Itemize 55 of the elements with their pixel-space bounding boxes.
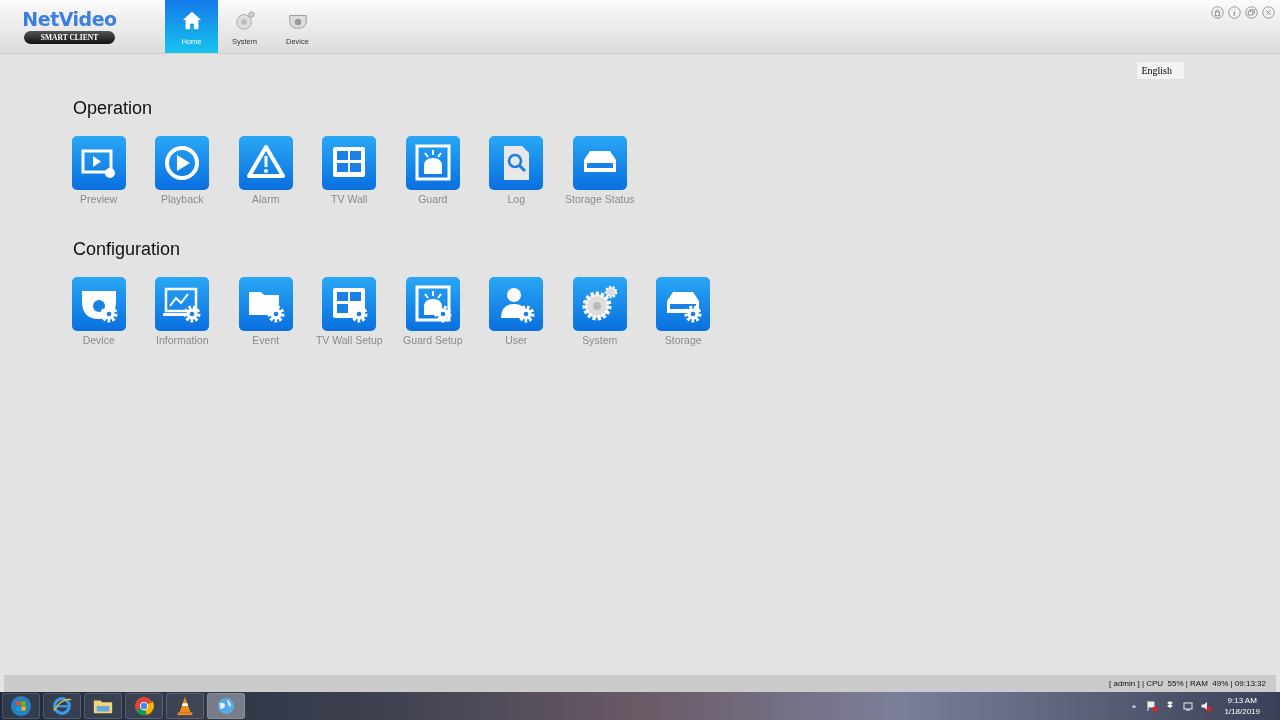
restore-icon[interactable]	[1245, 6, 1258, 19]
module-tile[interactable]: Preview	[57, 136, 141, 205]
taskbar-button[interactable]	[166, 693, 204, 719]
play-icon	[155, 136, 210, 190]
grid-screen-icon	[322, 136, 377, 190]
folder-gear-icon	[238, 277, 293, 331]
gear-icon	[572, 277, 627, 331]
module-tile[interactable]: Guard	[391, 136, 475, 205]
network-icon[interactable]	[1182, 700, 1195, 712]
camera-gear-icon	[71, 277, 126, 331]
section-title: Operation	[73, 98, 154, 119]
taskbar-button[interactable]	[125, 693, 163, 719]
globe-icon	[215, 695, 237, 717]
user-gear-icon	[489, 277, 544, 331]
module-tile[interactable]: Storage	[641, 277, 725, 346]
module-tile[interactable]: Alarm	[224, 136, 308, 205]
close-icon[interactable]	[1262, 6, 1275, 19]
module-tile[interactable]: Guard Setup	[391, 277, 475, 346]
section-title: Configuration	[73, 239, 182, 260]
start-orb-icon	[10, 695, 32, 717]
flag-icon[interactable]	[1146, 700, 1159, 712]
taskbar-button[interactable]	[207, 693, 245, 719]
module-tile[interactable]: Log	[474, 136, 558, 205]
clock-date: 1/18/2019	[1224, 706, 1260, 717]
clock-time: 9:13 AM	[1227, 695, 1257, 706]
speaker-muted-icon[interactable]	[1200, 700, 1213, 712]
module-tile[interactable]: Playback	[140, 136, 224, 205]
logo-title: NetVideo	[22, 9, 117, 30]
document-search-icon	[489, 136, 544, 190]
module-tile[interactable]: TV Wall Setup	[307, 277, 391, 346]
module-tile[interactable]: Information	[140, 277, 224, 346]
module-tile[interactable]: Storage Status	[558, 136, 642, 205]
grid-gear-icon	[322, 277, 377, 331]
module-tile[interactable]: User	[474, 277, 558, 346]
status-text: [ admin ] | CPU 55% | RAM 49% | 09:13:32	[1109, 679, 1266, 688]
module-tile[interactable]: Event	[224, 277, 308, 346]
video-frame-icon	[71, 136, 126, 190]
warning-icon	[238, 136, 293, 190]
module-tile[interactable]: Device	[57, 277, 141, 346]
module-tile[interactable]: System	[558, 277, 642, 346]
home-icon	[180, 10, 203, 32]
lock-icon[interactable]	[1211, 6, 1224, 19]
taskbar-button[interactable]	[43, 693, 81, 719]
beacon-gear-icon	[405, 277, 460, 331]
hard-drive-icon	[572, 136, 627, 190]
taskbar-button[interactable]	[84, 693, 122, 719]
disc-icon	[233, 10, 256, 32]
language-selector[interactable]: English	[1136, 61, 1185, 80]
module-tile[interactable]: TV Wall	[307, 136, 391, 205]
beacon-icon	[405, 136, 460, 190]
chrome-icon	[133, 695, 155, 717]
chart-gear-icon	[155, 277, 210, 331]
taskbar-button[interactable]	[2, 693, 40, 719]
browser-icon	[51, 695, 73, 717]
drive-gear-icon	[656, 277, 711, 331]
